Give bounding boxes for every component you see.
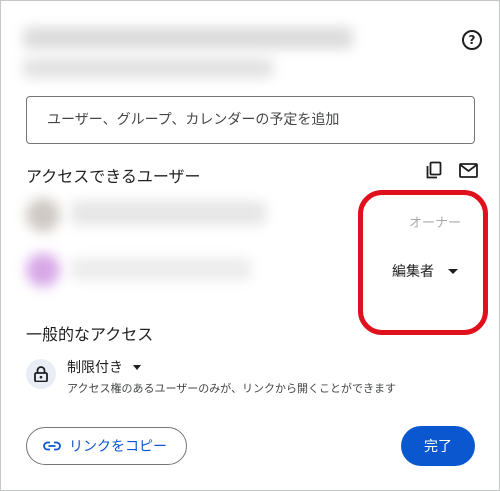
dialog-title-redacted [23,27,353,49]
share-dialog: ? アクセスできるユーザー オーナー 編集者 一般的なアクセス [0,0,500,491]
general-access-description: アクセス権のあるユーザーのみが、リンクから開くことができます [67,382,397,395]
copy-link-label: リンクをコピー [69,439,167,455]
general-access-title: 一般的なアクセス [26,325,154,344]
copy-icon [426,161,442,179]
person-name-redacted [71,258,251,280]
people-section-title: アクセスできるユーザー [26,167,201,186]
copy-link-button[interactable]: リンクをコピー [26,427,187,465]
copy-emails-button[interactable] [425,161,443,183]
avatar [26,253,60,287]
done-label: 完了 [424,439,452,455]
done-button[interactable]: 完了 [401,426,475,466]
lock-icon [34,366,48,382]
lock-icon-badge [26,359,56,389]
link-icon [43,441,61,451]
help-icon: ? [468,33,476,47]
help-button[interactable]: ? [462,30,482,50]
avatar [26,198,60,232]
dialog-title-redacted [23,58,273,78]
person-name-redacted [71,201,266,225]
add-people-input[interactable] [26,96,475,144]
red-highlight-annotation [358,190,488,335]
mail-icon [459,163,478,178]
email-people-button[interactable] [459,163,478,182]
dropdown-arrow-icon [133,364,141,370]
general-access-dropdown[interactable]: 制限付き [67,357,141,377]
general-access-setting: 制限付き [67,360,123,376]
